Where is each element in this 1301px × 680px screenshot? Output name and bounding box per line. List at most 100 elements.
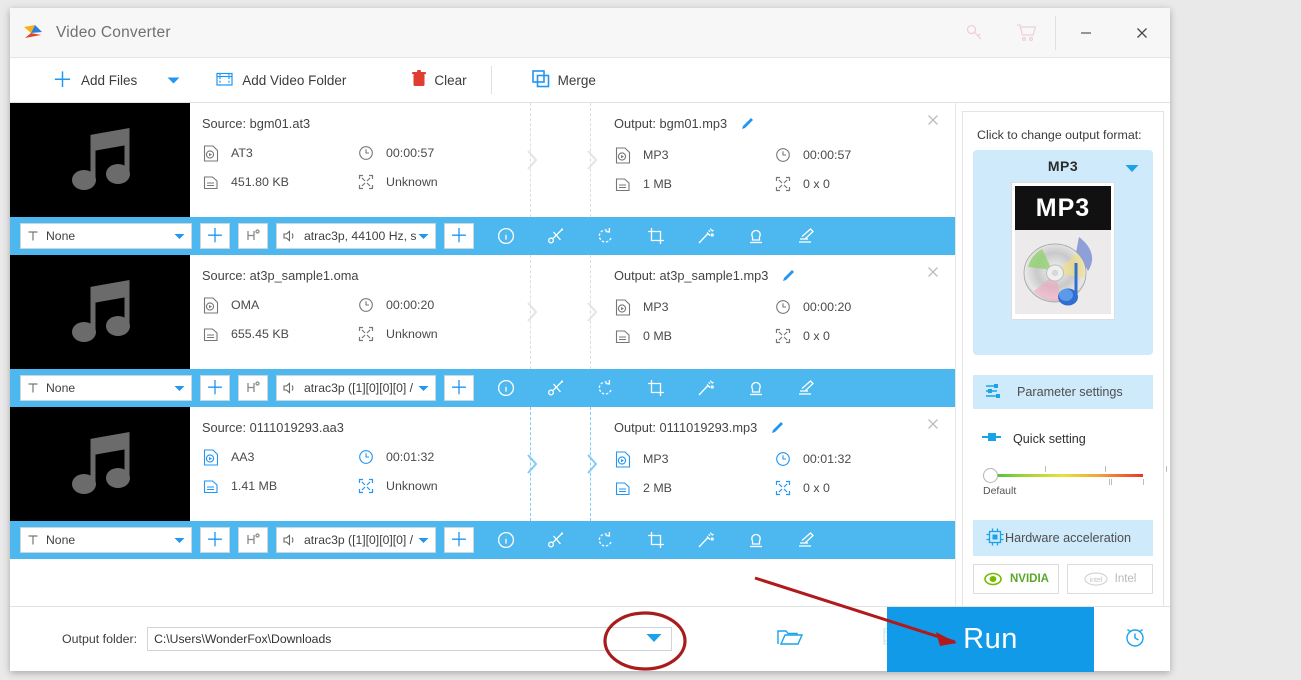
- quick-setting-icon: [981, 431, 1003, 446]
- output-size: 1 MB: [614, 175, 774, 193]
- crop-icon[interactable]: [646, 530, 666, 550]
- cut-icon[interactable]: [546, 530, 566, 550]
- subtitle-icon[interactable]: [796, 530, 816, 550]
- file-action-strip: None ＋ atrac3p ([1][0][0][0] / ＋: [10, 521, 955, 559]
- edit-pencil-icon[interactable]: [782, 268, 796, 285]
- effect-icon[interactable]: [696, 226, 716, 246]
- app-logo-icon: [22, 22, 44, 44]
- hardware-acceleration-button[interactable]: Hardware acceleration: [973, 520, 1153, 556]
- merge-button[interactable]: Merge: [518, 58, 610, 102]
- hardsub-button[interactable]: [238, 527, 268, 553]
- edit-pencil-icon[interactable]: [771, 420, 785, 437]
- quality-slider[interactable]: Default: [983, 464, 1167, 497]
- audio-track-value: atrac3p ([1][0][0][0] /: [304, 533, 414, 547]
- source-format: AA3: [202, 448, 357, 466]
- source-format: OMA: [202, 296, 357, 314]
- clock-icon: [774, 450, 792, 468]
- cart-icon[interactable]: [1001, 8, 1053, 58]
- chevron-down-icon: [418, 385, 429, 391]
- slider-knob[interactable]: [983, 468, 998, 483]
- text-icon: [28, 535, 38, 545]
- crop-icon[interactable]: [646, 378, 666, 398]
- resolution-icon: [357, 325, 375, 343]
- gpu-nvidia-button[interactable]: NVIDIA: [973, 564, 1059, 594]
- hardsub-button[interactable]: [238, 223, 268, 249]
- subtitle-icon[interactable]: [796, 226, 816, 246]
- output-meta-row1: MP3 00:00:57: [614, 146, 955, 164]
- output-info: Output: at3p_sample1.mp3 MP3 00:00:20 0 …: [604, 255, 955, 369]
- cut-icon[interactable]: [546, 226, 566, 246]
- file-row[interactable]: Source: bgm01.at3 AT3 00:00:57 451.80 KB…: [10, 103, 955, 217]
- run-button[interactable]: Run: [887, 607, 1094, 672]
- info-icon[interactable]: [496, 226, 516, 246]
- effect-icon[interactable]: [696, 378, 716, 398]
- clear-button[interactable]: Clear: [398, 58, 480, 102]
- audio-track-select[interactable]: atrac3p, 44100 Hz, s: [276, 223, 436, 249]
- watermark-icon[interactable]: [746, 226, 766, 246]
- add-audio-button[interactable]: ＋: [444, 375, 474, 401]
- file-list: Source: bgm01.at3 AT3 00:00:57 451.80 KB…: [10, 103, 955, 606]
- chevron-down-icon[interactable]: [1125, 160, 1139, 178]
- subtitle-select[interactable]: None: [20, 527, 192, 553]
- add-subtitle-button[interactable]: ＋: [200, 223, 230, 249]
- info-icon[interactable]: [496, 530, 516, 550]
- watermark-icon[interactable]: [746, 530, 766, 550]
- parameter-settings-button[interactable]: Parameter settings: [973, 375, 1153, 409]
- output-folder-dropdown[interactable]: [646, 630, 662, 648]
- add-audio-button[interactable]: ＋: [444, 527, 474, 553]
- cut-icon[interactable]: [546, 378, 566, 398]
- remove-file-button[interactable]: [925, 264, 941, 285]
- effect-icon[interactable]: [696, 530, 716, 550]
- file-row[interactable]: Source: at3p_sample1.oma OMA 00:00:20 65…: [10, 255, 955, 369]
- key-icon[interactable]: [949, 8, 1001, 58]
- file-action-strip: None ＋ atrac3p, 44100 Hz, s ＋: [10, 217, 955, 255]
- conversion-arrows: [512, 255, 604, 369]
- edit-pencil-icon[interactable]: [741, 116, 755, 133]
- clock-icon: [774, 146, 792, 164]
- audio-track-select[interactable]: atrac3p ([1][0][0][0] /: [276, 375, 436, 401]
- add-subtitle-button[interactable]: ＋: [200, 375, 230, 401]
- browse-folder-icon[interactable]: [777, 627, 804, 652]
- output-format-selector[interactable]: MP3 MP3: [973, 150, 1153, 355]
- rotate-icon[interactable]: [596, 530, 616, 550]
- minimize-button[interactable]: [1058, 8, 1114, 58]
- output-size: 0 MB: [614, 327, 774, 345]
- schedule-alarm-icon[interactable]: [1122, 624, 1148, 655]
- output-folder-label: Output folder:: [62, 632, 138, 646]
- add-subtitle-button[interactable]: ＋: [200, 527, 230, 553]
- merge-label: Merge: [557, 72, 596, 88]
- add-files-button[interactable]: ＋ Add Files: [38, 58, 151, 102]
- remove-file-button[interactable]: [925, 416, 941, 437]
- hardsub-button[interactable]: [238, 375, 268, 401]
- crop-icon[interactable]: [646, 226, 666, 246]
- add-audio-button[interactable]: ＋: [444, 223, 474, 249]
- gpu-intel-label: Intel: [1114, 573, 1137, 585]
- output-duration-value: 00:01:32: [803, 452, 852, 466]
- document-icon: [614, 479, 632, 497]
- subtitle-icon[interactable]: [796, 378, 816, 398]
- chevron-right-icon: [587, 454, 598, 474]
- output-name: Output: bgm01.mp3: [614, 116, 955, 133]
- close-button[interactable]: [1114, 8, 1170, 58]
- remove-file-button[interactable]: [925, 112, 941, 133]
- add-video-folder-label: Add Video Folder: [242, 72, 347, 88]
- audio-track-select[interactable]: atrac3p ([1][0][0][0] /: [276, 527, 436, 553]
- rotate-icon[interactable]: [596, 226, 616, 246]
- file-row[interactable]: Source: 0111019293.aa3 AA3 00:01:32 1.41…: [10, 407, 955, 521]
- output-folder-input[interactable]: C:\Users\WonderFox\Downloads: [147, 627, 673, 651]
- watermark-icon[interactable]: [746, 378, 766, 398]
- rotate-icon[interactable]: [596, 378, 616, 398]
- add-files-dropdown[interactable]: [151, 58, 196, 102]
- slider-default-label: Default: [983, 485, 1017, 497]
- info-icon[interactable]: [496, 378, 516, 398]
- output-resolution-value: 0 x 0: [803, 177, 830, 191]
- subtitle-select[interactable]: None: [20, 375, 192, 401]
- svg-text:intel: intel: [1089, 577, 1102, 584]
- gpu-intel-button[interactable]: intel Intel: [1067, 564, 1153, 594]
- output-size-value: 1 MB: [643, 177, 672, 191]
- output-duration: 00:00:20: [774, 298, 934, 316]
- subtitle-select[interactable]: None: [20, 223, 192, 249]
- quick-setting-row[interactable]: Quick setting: [973, 431, 1153, 446]
- chevron-right-icon: [587, 150, 598, 170]
- add-video-folder-button[interactable]: Add Video Folder: [202, 58, 360, 102]
